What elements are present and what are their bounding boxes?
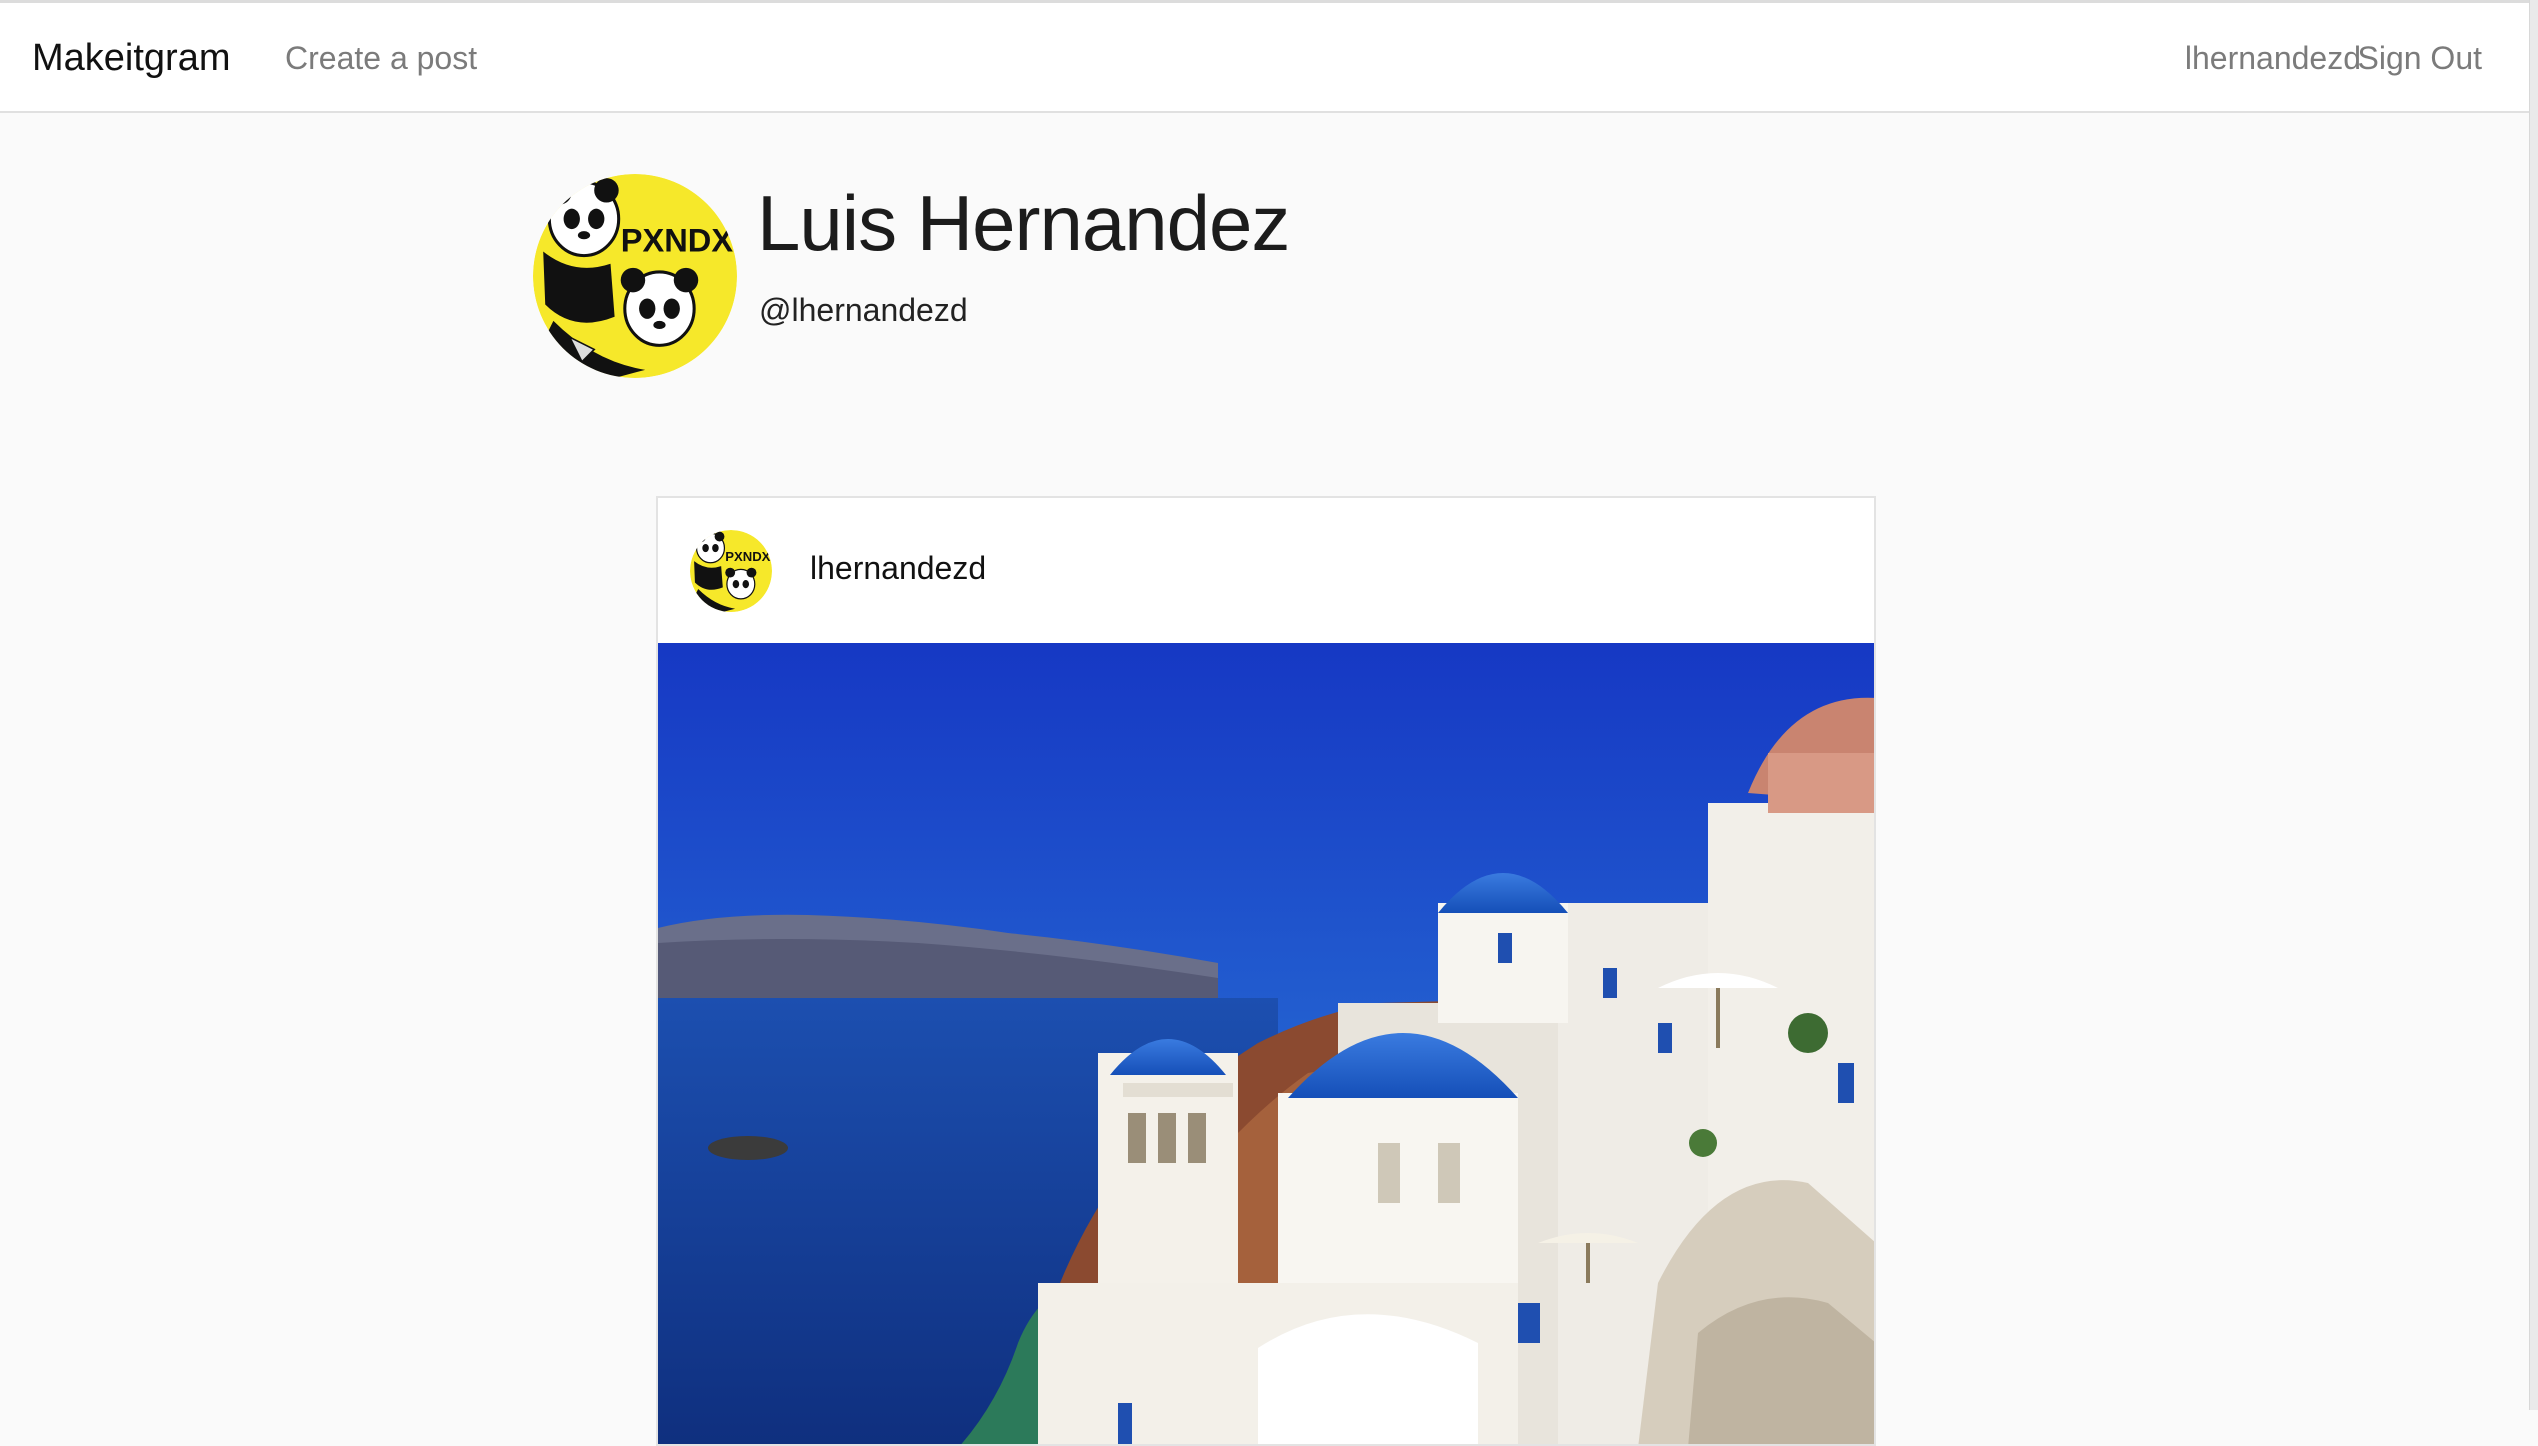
profile-name: Luis Hernandez <box>757 179 1290 267</box>
brand-logo-link[interactable]: Makeitgram <box>32 37 231 80</box>
panda-avatar-image: PXNDX <box>690 530 772 612</box>
post-card: PXNDX lhernandezd <box>656 496 1876 1446</box>
nav-profile-link[interactable]: lhernandezd <box>2185 40 2361 77</box>
top-navbar: Makeitgram Create a post lhernandezd Sig… <box>0 0 2530 113</box>
post-author-avatar[interactable]: PXNDX <box>690 530 772 612</box>
create-post-link[interactable]: Create a post <box>285 40 477 77</box>
profile-avatar: PXNDX <box>533 174 737 378</box>
sign-out-link[interactable]: Sign Out <box>2357 40 2482 77</box>
santorini-photo <box>658 643 1874 1444</box>
window-scrollbar[interactable] <box>2529 0 2538 1410</box>
avatar-logo-text: PXNDX <box>621 222 734 259</box>
panda-avatar-image: PXNDX <box>533 174 737 378</box>
post-header: PXNDX lhernandezd <box>658 498 1874 643</box>
profile-handle: @lhernandezd <box>759 292 968 328</box>
post-author-username[interactable]: lhernandezd <box>810 550 986 587</box>
avatar-logo-text: PXNDX <box>725 549 770 564</box>
post-photo[interactable] <box>658 643 1874 1444</box>
